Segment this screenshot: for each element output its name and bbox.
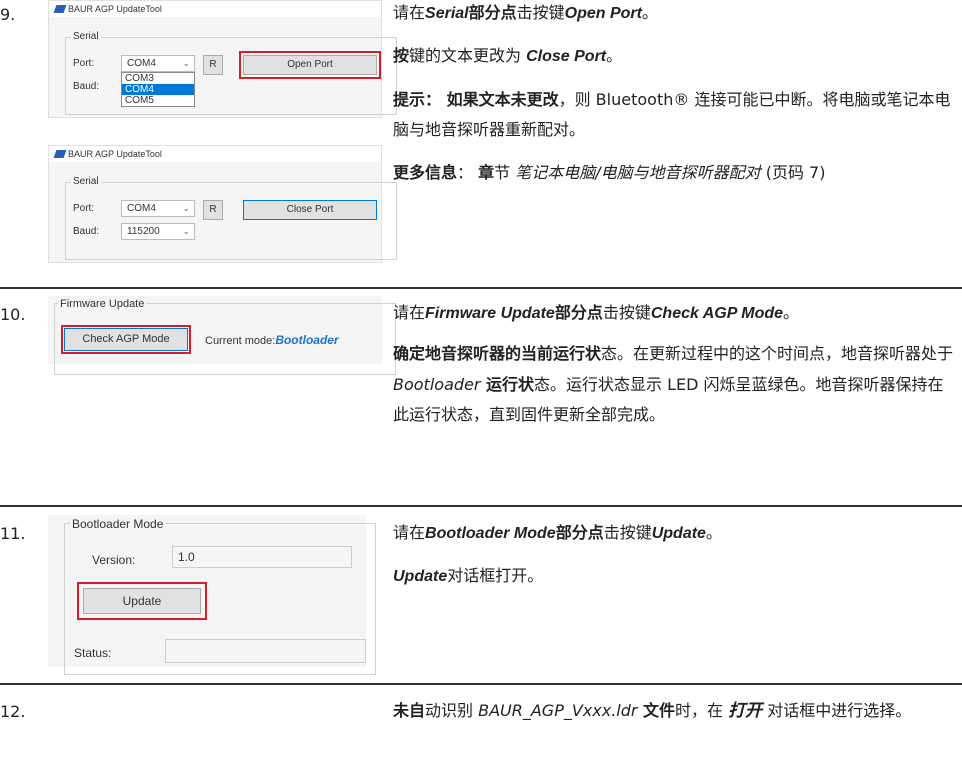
baur-logo-icon bbox=[53, 5, 67, 13]
bootloader-mode-panel: Bootloader Mode Version: 1.0 Update Stat… bbox=[48, 515, 376, 675]
serial-groupbox bbox=[65, 182, 397, 260]
chevron-down-icon: ⌄ bbox=[182, 58, 190, 68]
version-label: Version: bbox=[92, 553, 136, 567]
baur-logo-icon bbox=[53, 150, 67, 158]
update-tool-window-close: BAUR AGP UpdateTool Serial Port: Baud: C… bbox=[48, 145, 397, 263]
step-10-number: 10. bbox=[0, 305, 26, 324]
bootloader-mode-label: Bootloader Mode bbox=[70, 517, 166, 531]
update-tool-window-open: BAUR AGP UpdateTool Serial Port: Baud: C… bbox=[48, 0, 397, 118]
port-label: Port: bbox=[73, 203, 95, 214]
step-10-text: 请在Firmware Update部分点击按键Check AGP Mode。 确… bbox=[393, 303, 954, 425]
step-11-text: 请在Bootloader Mode部分点击按键Update。 Update对话框… bbox=[393, 523, 722, 586]
baud-label: Baud: bbox=[73, 81, 100, 92]
port-select[interactable]: COM4 ⌄ bbox=[121, 200, 195, 217]
status-field bbox=[165, 639, 366, 663]
open-port-button[interactable]: Open Port bbox=[239, 51, 381, 79]
close-port-button[interactable]: Close Port bbox=[243, 200, 377, 220]
chevron-down-icon: ⌄ bbox=[182, 203, 190, 213]
firmware-update-label: Firmware Update bbox=[58, 298, 147, 310]
hint-label: 提示： bbox=[393, 89, 442, 109]
window-titlebar: BAUR AGP UpdateTool bbox=[49, 1, 381, 17]
divider bbox=[0, 505, 962, 507]
port-option[interactable]: COM5 bbox=[122, 95, 194, 106]
baud-label: Baud: bbox=[73, 226, 100, 237]
serial-label: Serial bbox=[71, 176, 101, 187]
port-option-selected[interactable]: COM4 bbox=[122, 84, 194, 95]
serial-label: Serial bbox=[71, 31, 101, 42]
firmware-update-panel: Firmware Update Check AGP Mode Current m… bbox=[48, 296, 396, 375]
check-agp-mode-button[interactable]: Check AGP Mode bbox=[61, 325, 191, 354]
app-title: BAUR AGP UpdateTool bbox=[68, 149, 162, 159]
update-button[interactable]: Update bbox=[77, 582, 207, 620]
port-label: Port: bbox=[73, 58, 95, 69]
step-12-number: 12. bbox=[0, 702, 26, 721]
chevron-down-icon: ⌄ bbox=[182, 226, 190, 236]
chapter-link[interactable]: 笔记本电脑/电脑与地音探听器配对 bbox=[515, 163, 760, 182]
current-mode-value: Bootloader bbox=[275, 333, 339, 347]
step-12-text: 未自动识别 BAUR_AGP_Vxxx.ldr 文件时，在 打开 对话框中进行选… bbox=[393, 701, 912, 720]
divider bbox=[0, 287, 962, 289]
step-9-text: 请在Serial部分点击按键Open Port。 按键的文本更改为 Close … bbox=[393, 3, 951, 182]
app-title: BAUR AGP UpdateTool bbox=[68, 4, 162, 14]
status-label: Status: bbox=[74, 646, 112, 660]
step-9-number: 9. bbox=[0, 5, 16, 24]
step-11-number: 11. bbox=[0, 524, 26, 543]
version-field: 1.0 bbox=[172, 546, 352, 568]
window-titlebar: BAUR AGP UpdateTool bbox=[49, 146, 381, 162]
baud-select[interactable]: 115200 ⌄ bbox=[121, 223, 195, 240]
port-dropdown-list[interactable]: COM3 COM4 COM5 bbox=[121, 72, 195, 107]
serial-groupbox bbox=[65, 37, 397, 115]
current-mode-label: Current mode:Bootloader bbox=[205, 333, 339, 347]
refresh-button[interactable]: R bbox=[203, 55, 223, 75]
refresh-button[interactable]: R bbox=[203, 200, 223, 220]
port-option[interactable]: COM3 bbox=[122, 73, 194, 84]
port-select[interactable]: COM4 ⌄ bbox=[121, 55, 195, 72]
divider bbox=[0, 683, 962, 685]
